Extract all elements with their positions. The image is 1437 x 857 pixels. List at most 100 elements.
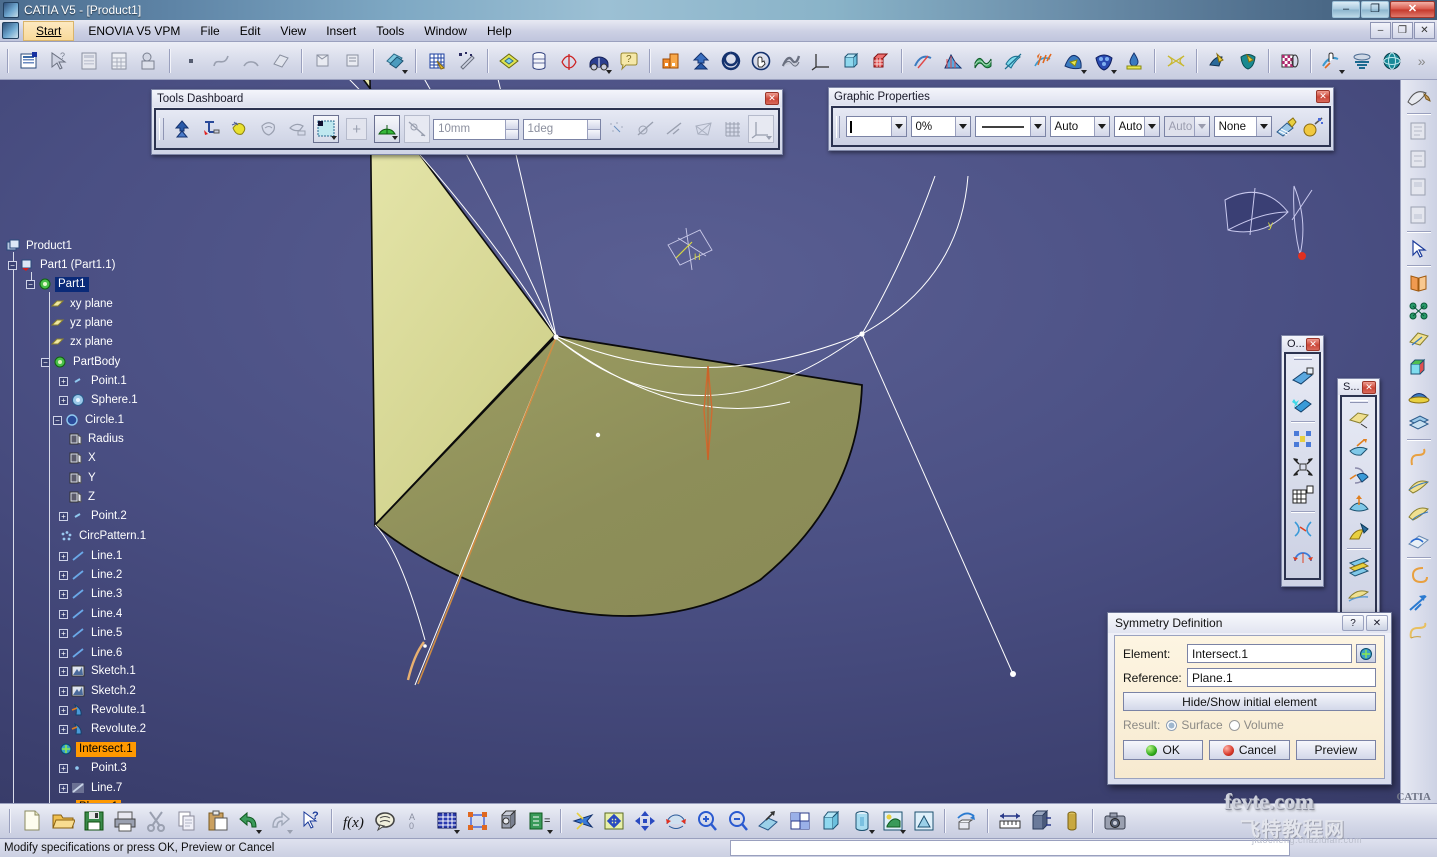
normal-icon[interactable] [661,114,688,144]
graphic-properties-title-bar[interactable]: Graphic Properties ✕ [829,88,1333,105]
tree-expander-minus[interactable]: − [26,279,35,289]
symmetry-definition-dialog[interactable]: Symmetry Definition ? ✕ Element: Interse… [1107,612,1392,785]
drape-surface-icon[interactable] [1060,46,1088,76]
tree-node-point2[interactable]: + Point.2 [59,508,130,524]
annotation-icon[interactable]: A0 [401,806,430,836]
split-arrow-icon[interactable] [1404,589,1435,616]
select-help-icon[interactable]: ? [45,46,73,76]
cube-icon[interactable] [816,806,845,836]
step-angle-input[interactable]: 1deg [522,118,601,140]
multi-view-icon[interactable] [785,806,814,836]
3d-viewport[interactable]: H y Product1 − Part1 (Part1.1) − Part1 x… [0,80,1400,803]
sweep-surface-icon[interactable] [909,46,937,76]
net-icon[interactable] [690,114,717,144]
tree-node-circle1[interactable]: − Circle.1 [53,412,127,428]
table-grid-icon[interactable] [432,806,461,836]
sweep-yellow2-icon[interactable] [1404,499,1435,526]
box-icon[interactable] [837,46,865,76]
tree-node-radius[interactable]: Radius [68,431,127,447]
step-length-spinner[interactable] [504,119,518,139]
tree-node-line1[interactable]: + Line.1 [59,548,125,564]
offset-surface-icon[interactable] [1343,490,1374,517]
chevron-down-icon[interactable] [454,830,460,834]
operations-palette-title-bar[interactable]: O... ✕ [1282,336,1323,352]
tree-node-product1[interactable]: Product1 [6,238,75,254]
tree-node-circpattern1[interactable]: CircPattern.1 [59,528,149,544]
tree-node-z[interactable]: Z [68,489,98,505]
tree-expander-minus[interactable]: − [53,415,62,425]
tree-node-intersect1[interactable]: Intersect.1 [59,741,136,757]
tree-expander-minus[interactable]: − [8,260,17,270]
sparkle-surface-icon[interactable] [1287,391,1318,418]
tree-expander-plus[interactable]: + [59,686,68,696]
tree-expander-plus[interactable]: + [59,609,68,619]
chevron-down-icon[interactable] [900,830,906,834]
grid-snap-icon[interactable] [423,46,451,76]
axis-system-icon[interactable] [807,46,835,76]
element-field[interactable]: Intersect.1 [1187,644,1352,663]
hat-icon[interactable] [1404,381,1435,408]
cancel-button[interactable]: Cancel [1209,740,1290,760]
multi-section-icon[interactable] [1343,552,1374,579]
spline-icon[interactable] [207,46,235,76]
net-surface-icon[interactable] [1029,46,1057,76]
measure-inertia-icon[interactable] [1057,806,1086,836]
help-button[interactable]: ? [1342,615,1364,631]
tree-expander-plus[interactable]: + [59,511,68,521]
chevron-down-icon[interactable] [392,136,398,140]
close-icon[interactable]: ✕ [1366,615,1388,631]
cut-icon[interactable] [141,806,170,836]
doc-restore-button[interactable]: ❐ [1392,22,1413,39]
operations-mini-palette[interactable]: O... ✕ [1281,335,1324,587]
tree-node-zx-plane[interactable]: zx plane [50,334,116,350]
fit-all-icon[interactable] [599,806,628,836]
minimize-button[interactable]: – [1332,1,1360,18]
shell-tool-icon[interactable] [1404,83,1435,110]
close-button[interactable]: ✕ [1390,1,1435,18]
assembly-icon[interactable] [657,46,685,76]
drag-grip[interactable] [159,118,164,140]
axis-icon[interactable] [748,115,775,143]
chevron-down-icon[interactable] [402,69,409,74]
chevron-down-icon[interactable] [1255,117,1271,136]
tree-node-sphere1[interactable]: + Sphere.1 [59,392,141,408]
tree-expander-plus[interactable]: + [59,783,68,793]
doc-close-button[interactable]: ✕ [1414,22,1435,39]
tree-node-revolute2[interactable]: + Revolute.2 [59,721,149,737]
work-on-support-icon[interactable] [313,115,340,143]
tools-dashboard-palette[interactable]: Tools Dashboard ✕ + 10mm 1deg [151,89,783,155]
apply-material-icon[interactable] [1318,46,1346,76]
spiral-yellow-icon[interactable] [1404,617,1435,644]
drag-grip[interactable] [1293,357,1312,360]
sweep-yellow-icon[interactable] [1404,471,1435,498]
tree-expander-minus[interactable]: − [41,357,50,367]
graphic-properties-palette[interactable]: Graphic Properties ✕ 0% Auto Auto Auto N… [828,87,1334,151]
specification-tree[interactable]: Product1 − Part1 (Part1.1) − Part1 xy pl… [0,80,205,803]
tree-expander-plus[interactable]: + [59,570,68,580]
measure-between-icon[interactable] [995,806,1024,836]
shading-edges-icon[interactable] [909,806,938,836]
spiral-icon[interactable] [717,46,745,76]
library-icon[interactable] [135,46,163,76]
blue-curve-icon[interactable] [1404,527,1435,554]
graphic-properties-wizard-icon[interactable] [1301,112,1325,142]
tree-node-line7[interactable]: + Line.7 [59,780,125,796]
rotate-view-icon[interactable] [661,806,690,836]
chevron-down-icon[interactable] [331,136,338,140]
chevron-down-icon[interactable] [1143,117,1159,136]
arc-icon[interactable] [237,46,265,76]
catalog-icon[interactable] [75,46,103,76]
drag-grip[interactable] [1349,400,1368,403]
flow-chart-icon[interactable] [463,806,492,836]
render-style-dropdown[interactable]: Auto [1113,116,1160,137]
layer-dropdown[interactable]: None [1213,116,1272,137]
doc-minimize-button[interactable]: – [1370,22,1391,39]
chevron-down-icon[interactable] [1338,69,1345,74]
menu-item-insert[interactable]: Insert [316,21,366,41]
filter-pick-icon[interactable] [255,114,282,144]
surface-sweep-icon[interactable] [267,46,295,76]
copy-icon[interactable] [172,806,201,836]
mesh-box-icon[interactable] [867,46,895,76]
tree-node-xy-plane[interactable]: xy plane [50,296,116,312]
mesh-green-icon[interactable] [1404,297,1435,324]
